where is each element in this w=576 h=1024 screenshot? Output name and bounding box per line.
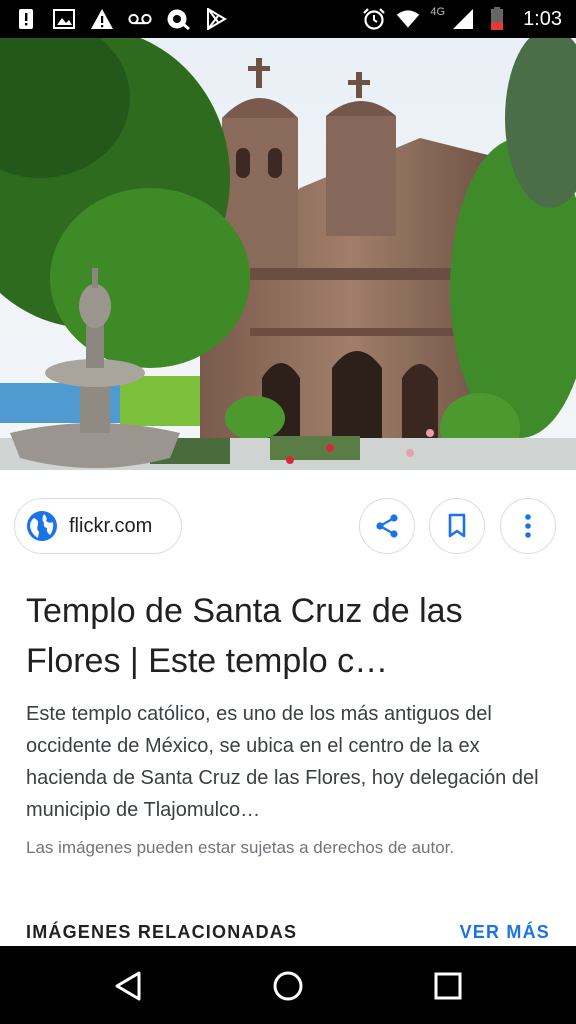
see-more-link[interactable]: VER MÁS: [460, 922, 550, 943]
share-button[interactable]: [359, 498, 415, 554]
home-button[interactable]: [268, 966, 308, 1006]
alarm-icon: [362, 7, 386, 31]
clock: 1:03: [523, 7, 562, 30]
battery-icon: [485, 7, 509, 31]
location-icon: [166, 7, 190, 31]
back-button[interactable]: [108, 966, 148, 1006]
save-button[interactable]: [429, 498, 485, 554]
warning-icon: [90, 7, 114, 31]
image-icon: [52, 7, 76, 31]
recents-button[interactable]: [428, 966, 468, 1006]
globe-icon: [27, 511, 57, 541]
navigation-bar: [0, 946, 576, 1024]
more-options-button[interactable]: [500, 498, 556, 554]
more-vert-icon: [525, 514, 531, 538]
source-chip[interactable]: flickr.com: [14, 498, 182, 554]
voicemail-icon: [128, 7, 152, 31]
recents-icon: [434, 972, 462, 1000]
status-bar: 4G 1:03: [0, 0, 576, 38]
source-label: flickr.com: [69, 514, 153, 537]
result-description: Este templo católico, es uno de los más …: [26, 703, 539, 821]
share-icon: [376, 514, 398, 538]
church-photo[interactable]: [0, 38, 576, 470]
play-store-icon: [204, 7, 228, 31]
signal-icon: [451, 7, 475, 31]
home-icon: [273, 971, 303, 1001]
related-images-heading: IMÁGENES RELACIONADAS: [26, 922, 298, 942]
copyright-notice: Las imágenes pueden estar sujetas a dere…: [26, 838, 455, 857]
alert-icon: [14, 7, 38, 31]
wifi-icon: [396, 7, 420, 31]
bookmark-icon: [448, 513, 466, 538]
network-type: 4G: [430, 6, 446, 18]
back-icon: [115, 971, 141, 1001]
result-title[interactable]: Templo de Santa Cruz de las Flores | Est…: [26, 586, 546, 686]
